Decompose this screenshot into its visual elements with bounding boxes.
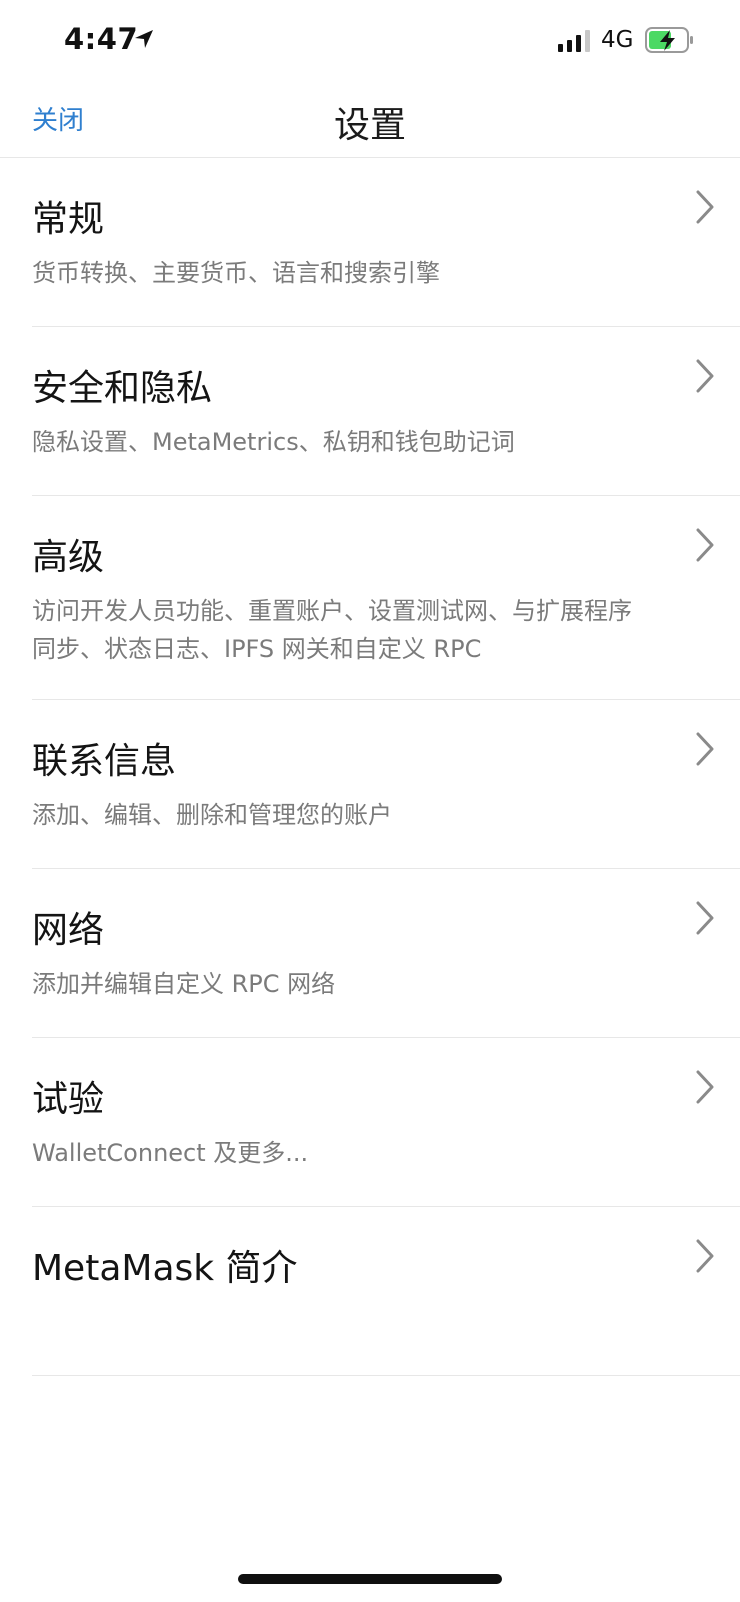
- settings-list: 常规 货币转换、主要货币、语言和搜索引擎 安全和隐私 隐私设置、MetaMetr…: [0, 158, 740, 1376]
- settings-item-about-metamask[interactable]: MetaMask 简介: [32, 1207, 740, 1376]
- settings-item-security-privacy[interactable]: 安全和隐私 隐私设置、MetaMetrics、私钥和钱包助记词: [32, 327, 740, 496]
- chevron-right-icon: [696, 1239, 714, 1273]
- chevron-right-icon: [696, 901, 714, 935]
- item-description: 货币转换、主要货币、语言和搜索引擎: [32, 259, 440, 287]
- network-type-label: 4G: [601, 27, 634, 53]
- status-time: 4:47: [64, 22, 139, 56]
- item-description: 添加、编辑、删除和管理您的账户: [32, 801, 392, 829]
- item-title: MetaMask 简介: [32, 1248, 298, 1289]
- item-title: 试验: [32, 1079, 105, 1120]
- chevron-right-icon: [696, 732, 714, 766]
- chevron-right-icon: [696, 1070, 714, 1104]
- chevron-right-icon: [696, 528, 714, 562]
- item-description: 隐私设置、MetaMetrics、私钥和钱包助记词: [32, 428, 515, 456]
- page-title: 设置: [333, 105, 406, 146]
- item-title: 安全和隐私: [32, 368, 213, 409]
- item-title: 网络: [32, 910, 105, 951]
- item-title: 高级: [32, 537, 105, 578]
- status-bar: 4:47 4G: [0, 0, 740, 80]
- chevron-right-icon: [696, 190, 714, 224]
- chevron-right-icon: [696, 359, 714, 393]
- settings-item-contacts[interactable]: 联系信息 添加、编辑、删除和管理您的账户: [32, 700, 740, 869]
- signal-bars-icon: [558, 30, 590, 52]
- item-description: WalletConnect 及更多...: [32, 1139, 309, 1167]
- battery-charging-icon: [645, 27, 693, 53]
- item-title: 常规: [32, 199, 105, 240]
- settings-item-general[interactable]: 常规 货币转换、主要货币、语言和搜索引擎: [32, 158, 740, 327]
- settings-item-experimental[interactable]: 试验 WalletConnect 及更多...: [32, 1038, 740, 1207]
- item-description: 添加并编辑自定义 RPC 网络: [32, 970, 336, 998]
- home-indicator[interactable]: [238, 1574, 502, 1584]
- item-description: 访问开发人员功能、重置账户、设置测试网、与扩展程序同步、状态日志、IPFS 网关…: [32, 597, 632, 663]
- location-arrow-icon: [135, 30, 153, 48]
- nav-bar: 关闭 设置: [0, 80, 740, 158]
- settings-item-networks[interactable]: 网络 添加并编辑自定义 RPC 网络: [32, 869, 740, 1038]
- settings-item-advanced[interactable]: 高级 访问开发人员功能、重置账户、设置测试网、与扩展程序同步、状态日志、IPFS…: [32, 496, 740, 700]
- item-title: 联系信息: [32, 741, 177, 782]
